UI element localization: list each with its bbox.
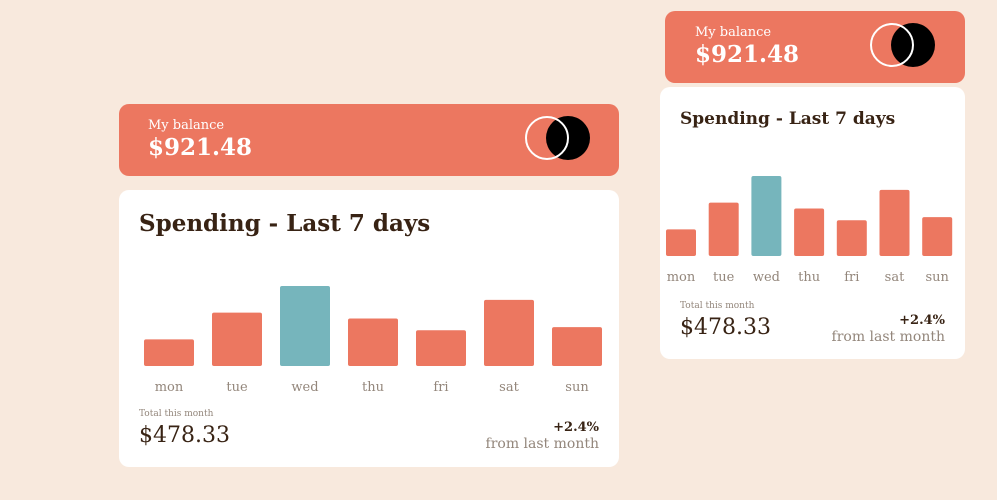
- day-label-sun: sun: [925, 270, 949, 285]
- brand-logo-icon: [870, 22, 935, 68]
- spending-card: Spending - Last 7 days mon tue wed thu fri sa…: [660, 87, 965, 359]
- balance-amount: $921.48: [148, 134, 253, 161]
- bar-wed[interactable]: [280, 286, 330, 366]
- bar-wed[interactable]: [751, 176, 782, 256]
- day-label-sun: sun: [565, 380, 589, 395]
- day-label-tue: tue: [226, 380, 248, 395]
- total-amount: $478.33: [680, 315, 771, 340]
- day-label-wed: wed: [291, 380, 318, 395]
- balance-amount: $921.48: [695, 41, 800, 68]
- day-label-thu: thu: [798, 270, 820, 285]
- day-label-mon: mon: [667, 270, 696, 285]
- balance-label: My balance: [148, 118, 225, 133]
- bar-sat[interactable]: [879, 189, 910, 256]
- bar-thu[interactable]: [348, 318, 398, 366]
- bar-fri[interactable]: [836, 220, 867, 256]
- spending-card: Spending - Last 7 days mon tue wed thu fri sa…: [119, 190, 619, 467]
- change-caption: from last month: [485, 436, 599, 452]
- balance-label: My balance: [695, 25, 772, 40]
- bar-sun[interactable]: [922, 217, 953, 256]
- balance-card: My balance $921.48: [665, 11, 965, 83]
- bar-fri[interactable]: [416, 330, 466, 366]
- total-amount: $478.33: [139, 423, 230, 448]
- day-label-tue: tue: [713, 270, 735, 285]
- day-label-wed: wed: [753, 270, 780, 285]
- brand-logo-icon: [525, 115, 590, 161]
- bar-tue[interactable]: [708, 202, 739, 256]
- spending-bar-chart: mon tue wed thu fri sat sun: [665, 159, 953, 285]
- day-label-sat: sat: [885, 270, 905, 285]
- day-label-fri: fri: [844, 270, 859, 285]
- spending-bar-chart: mon tue wed thu fri sat sun: [139, 262, 602, 395]
- change-value: +2.4%: [899, 313, 945, 328]
- day-label-mon: mon: [155, 380, 184, 395]
- expenses-widget-small: My balance $921.48 Spending - Last 7 day…: [660, 11, 965, 359]
- balance-card: My balance $921.48: [119, 104, 619, 176]
- bar-sat[interactable]: [484, 299, 534, 366]
- change-caption: from last month: [831, 329, 945, 345]
- expenses-widget-large: My balance $921.48 Spending - Last 7 day…: [119, 104, 619, 467]
- logo-outline-circle: [525, 116, 569, 160]
- logo-outline-circle: [870, 23, 914, 67]
- day-label-fri: fri: [433, 380, 448, 395]
- chart-svg: mon tue wed thu fri sat sun: [666, 176, 953, 285]
- change-value: +2.4%: [553, 420, 599, 435]
- total-label: Total this month: [139, 409, 214, 419]
- bar-sun[interactable]: [552, 327, 602, 366]
- total-label: Total this month: [680, 301, 755, 311]
- bar-mon[interactable]: [144, 339, 194, 366]
- spending-title: Spending - Last 7 days: [680, 109, 896, 129]
- day-label-thu: thu: [362, 380, 384, 395]
- spending-title: Spending - Last 7 days: [139, 210, 431, 237]
- bar-mon[interactable]: [666, 229, 696, 256]
- bar-thu[interactable]: [794, 208, 825, 256]
- bar-tue[interactable]: [212, 312, 262, 366]
- day-label-sat: sat: [499, 380, 519, 395]
- chart-svg: mon tue wed thu fri sat sun: [144, 286, 602, 395]
